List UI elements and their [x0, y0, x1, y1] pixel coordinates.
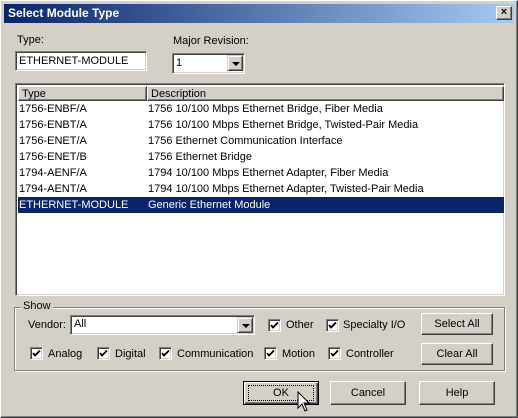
list-item[interactable]: 1794-AENT/A 1794 10/100 Mbps Ethernet Ada…	[18, 181, 504, 197]
digital-checkbox[interactable]	[97, 347, 110, 360]
analog-checkbox[interactable]	[30, 347, 43, 360]
list-item-description: 1756 Ethernet Bridge	[148, 151, 252, 163]
list-item-type: 1756-ENET/A	[19, 135, 87, 147]
list-item-type: 1756-ENBF/A	[19, 103, 87, 115]
help-button[interactable]: Help	[419, 381, 495, 405]
list-item[interactable]: 1756-ENET/B 1756 Ethernet Bridge	[18, 149, 504, 165]
list-item-description: 1756 10/100 Mbps Ethernet Bridge, Fiber …	[148, 103, 383, 115]
controller-label: Controller	[346, 348, 394, 360]
vendor-label: Vendor:	[28, 319, 66, 331]
list-item[interactable]: 1756-ENBF/A 1756 10/100 Mbps Ethernet Bri…	[18, 101, 504, 117]
major-revision-label: Major Revision:	[173, 35, 249, 47]
close-icon: ×	[500, 6, 508, 18]
select-module-type-dialog: Select Module Type × Type: ETHERNET-MODU…	[0, 0, 518, 418]
major-revision-value: 1	[176, 57, 183, 69]
list-item-type: 1794-AENT/A	[19, 183, 87, 195]
controller-checkbox[interactable]	[328, 347, 341, 360]
checkmark-icon	[270, 321, 279, 329]
specialty-io-label: Specialty I/O	[343, 319, 406, 331]
analog-label: Analog	[48, 348, 83, 360]
list-item[interactable]: 1794-AENF/A 1794 10/100 Mbps Ethernet Ada…	[18, 165, 504, 181]
communication-label: Communication	[177, 348, 254, 360]
motion-checkbox[interactable]	[264, 347, 277, 360]
cancel-button[interactable]: Cancel	[330, 381, 406, 405]
checkmark-icon	[32, 349, 41, 357]
show-group-title: Show	[21, 300, 53, 312]
type-input-value: ETHERNET-MODULE	[19, 55, 129, 67]
other-checkbox[interactable]	[268, 319, 281, 332]
list-item-description: 1794 10/100 Mbps Ethernet Adapter, Fiber…	[148, 167, 389, 179]
vendor-dropdown-button[interactable]	[237, 317, 253, 333]
clear-all-button[interactable]: Clear All	[421, 343, 493, 365]
type-label: Type:	[17, 34, 44, 46]
communication-checkbox[interactable]	[159, 347, 172, 360]
list-item-description: Generic Ethernet Module	[148, 199, 271, 211]
type-input[interactable]: ETHERNET-MODULE	[15, 51, 147, 71]
list-item-type: ETHERNET-MODULE	[19, 199, 129, 211]
list-item-description: 1794 10/100 Mbps Ethernet Adapter, Twist…	[148, 183, 424, 195]
specialty-io-checkbox[interactable]	[326, 319, 339, 332]
column-header-type[interactable]: Type	[18, 86, 147, 101]
checkmark-icon	[328, 321, 337, 329]
vendor-value: All	[74, 318, 87, 330]
module-list-rows: 1756-ENBF/A 1756 10/100 Mbps Ethernet Bri…	[18, 101, 504, 213]
list-item[interactable]: 1756-ENET/A 1756 Ethernet Communication I…	[18, 133, 504, 149]
list-item-type: 1756-ENET/B	[19, 151, 87, 163]
vendor-select[interactable]: All	[70, 315, 255, 335]
other-label: Other	[286, 319, 314, 331]
module-list[interactable]: Type Description 1756-ENBF/A 1756 10/100 …	[15, 83, 505, 296]
motion-label: Motion	[282, 348, 316, 360]
list-item-description: 1756 Ethernet Communication Interface	[148, 135, 343, 147]
list-item-description: 1756 10/100 Mbps Ethernet Bridge, Twiste…	[148, 119, 419, 131]
list-item[interactable]: 1756-ENBT/A 1756 10/100 Mbps Ethernet Bri…	[18, 117, 504, 133]
checkmark-icon	[161, 349, 170, 357]
close-button[interactable]: ×	[496, 6, 512, 20]
select-all-button[interactable]: Select All	[421, 313, 493, 335]
digital-label: Digital	[115, 348, 146, 360]
checkmark-icon	[266, 349, 275, 357]
list-item-type: 1794-AENF/A	[19, 167, 87, 179]
list-item[interactable]: ETHERNET-MODULE Generic Ethernet Module	[18, 197, 504, 213]
checkmark-icon	[330, 349, 339, 357]
column-header-description[interactable]: Description	[147, 86, 504, 101]
window-title: Select Module Type	[8, 6, 120, 20]
checkmark-icon	[99, 349, 108, 357]
mouse-cursor-icon	[297, 391, 311, 412]
list-item-type: 1756-ENBT/A	[19, 119, 87, 131]
title-bar[interactable]: Select Module Type ×	[4, 4, 514, 23]
major-revision-dropdown-button[interactable]	[227, 55, 243, 71]
